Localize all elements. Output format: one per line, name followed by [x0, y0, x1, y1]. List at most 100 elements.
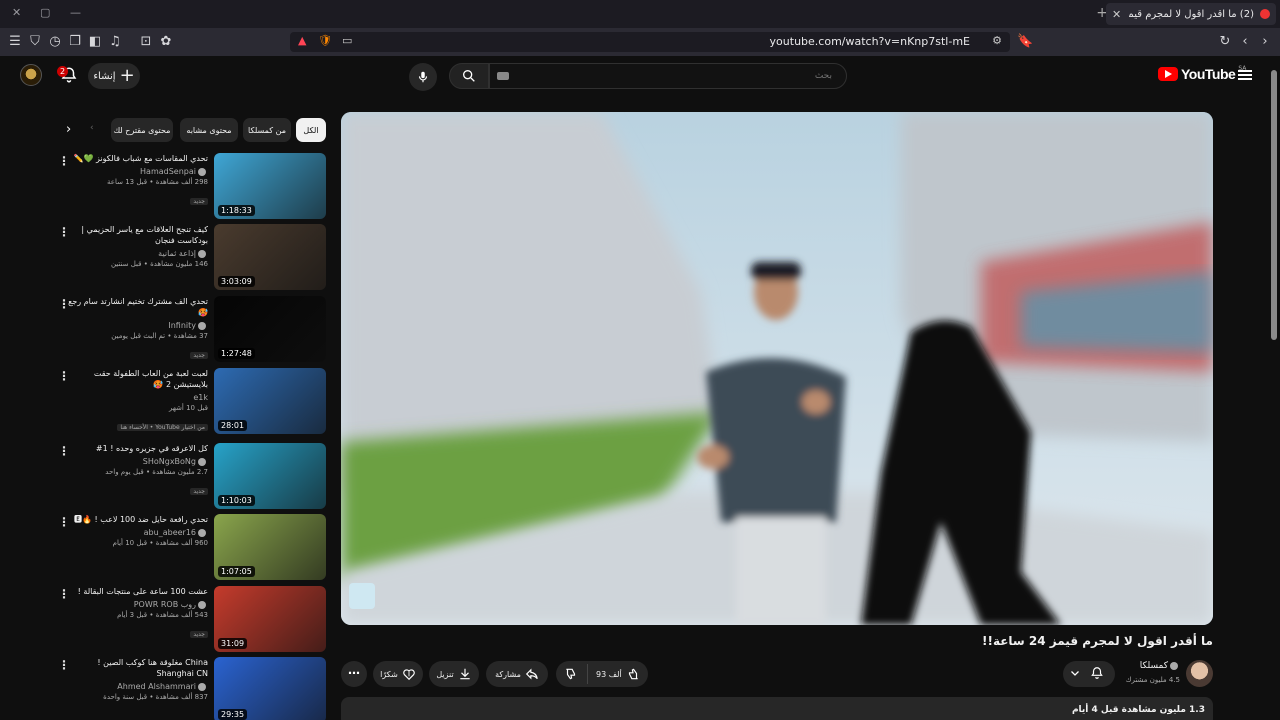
- youtube-favicon-icon: [1260, 9, 1270, 19]
- recommendation-title[interactable]: تحدي المقاسات مع شباب فالكونز 💚✏️: [68, 153, 208, 164]
- recommendation-thumbnail[interactable]: 29:35: [214, 657, 326, 720]
- notification-count-badge: 2: [57, 66, 69, 77]
- recommendation-item[interactable]: ⋮ China مغلوقة هنا كوكب الصين ! Shanghai…: [54, 657, 326, 720]
- more-actions-button[interactable]: ⋯: [341, 661, 367, 687]
- create-button[interactable]: إنشاء +: [88, 63, 140, 89]
- recommendation-channel[interactable]: Ahmed Alshammari: [68, 681, 208, 692]
- item-menu-icon[interactable]: ⋮: [58, 155, 70, 167]
- brave-shield-icon[interactable]: 🛡: [318, 34, 332, 47]
- search-button[interactable]: [449, 63, 489, 89]
- video-player[interactable]: [341, 112, 1213, 625]
- recommendation-channel[interactable]: SHoNgxBoNg: [68, 456, 208, 467]
- recommendation-item[interactable]: ⋮ كيف تنجح العلاقات مع ياسر الحزيمي | بو…: [54, 224, 326, 292]
- chip-all[interactable]: الكل: [296, 118, 326, 142]
- browser-tab-active[interactable]: (2) ما اقدر اقول لا لمجرم قيمز 24 ساعة ✕: [1106, 3, 1276, 25]
- thanks-button[interactable]: شكرًا: [373, 661, 423, 687]
- recommendation-thumbnail[interactable]: 28:01: [214, 368, 326, 434]
- hamburger-menu-icon[interactable]: ☰: [7, 34, 23, 49]
- recommendation-meta: تحدي رافعة حايل ضد 100 لاعب ! 🔥🅴 abu_abe…: [68, 514, 208, 549]
- recommendation-item[interactable]: ⋮ كل الاعرقه في جزيره وحده ! 1# SHoNgxBo…: [54, 443, 326, 511]
- recommendation-title[interactable]: كيف تنجح العلاقات مع ياسر الحزيمي | بودك…: [68, 224, 208, 246]
- recommendation-channel[interactable]: HamadSenpai: [68, 166, 208, 177]
- recommendation-title[interactable]: تحدي الف مشترك تختيم انشارتد سام رجع 🥵: [68, 296, 208, 318]
- chip-from-channel[interactable]: من كمسلكا: [243, 118, 291, 142]
- shield-icon[interactable]: ⛉: [27, 34, 43, 49]
- scrollbar-thumb[interactable]: [1271, 70, 1277, 340]
- recommendation-title[interactable]: China مغلوقة هنا كوكب الصين ! Shanghai C…: [68, 657, 208, 679]
- recommendation-thumbnail[interactable]: 1:07:05: [214, 514, 326, 580]
- recommendation-meta: لعبت لعبة من العاب الطفولة حقت بلايستيشن…: [68, 368, 208, 433]
- recommendation-thumbnail[interactable]: 1:10:03: [214, 443, 326, 509]
- recommendation-channel[interactable]: abu_abeer16: [68, 527, 208, 538]
- window-minimize-icon[interactable]: —: [70, 6, 81, 19]
- recommendation-channel[interactable]: إذاعة ثمانية: [68, 248, 208, 259]
- plus-icon: +: [119, 65, 135, 86]
- recommendation-channel[interactable]: e1k: [68, 392, 208, 403]
- reader-icon[interactable]: ▭: [342, 34, 352, 47]
- item-menu-icon[interactable]: ⋮: [58, 370, 70, 382]
- recommendation-meta: عشت 100 ساعة على منتجات البقالة ! روب PO…: [68, 586, 208, 640]
- recommendation-item[interactable]: ⋮ تحدي الف مشترك تختيم انشارتد سام رجع 🥵…: [54, 296, 326, 364]
- guide-menu-icon[interactable]: [1238, 68, 1252, 82]
- recommendation-channel[interactable]: روب POWR ROB: [68, 599, 208, 610]
- like-button[interactable]: 93 ألف: [596, 667, 640, 681]
- window-close-icon[interactable]: ✕: [12, 6, 21, 19]
- history-icon[interactable]: ◷: [47, 34, 63, 49]
- recommendation-thumbnail[interactable]: 1:18:33: [214, 153, 326, 219]
- thanks-label: شكرًا: [380, 669, 398, 679]
- item-menu-icon[interactable]: ⋮: [58, 516, 70, 528]
- extension-icon[interactable]: ✿: [158, 34, 174, 49]
- bookmark-icon[interactable]: 🔖: [1017, 34, 1033, 49]
- page-scrollbar[interactable]: [1271, 62, 1277, 720]
- voice-search-button[interactable]: [409, 63, 437, 91]
- item-menu-icon[interactable]: ⋮: [58, 445, 70, 457]
- youtube-logo[interactable]: YouTube SA: [1158, 65, 1246, 82]
- browser-toolbar: ☰ ⛉ ◷ ❐ ◧ ♫ ⊡ ✿ ▲ 🛡 ▭ youtube.com/watch?…: [0, 28, 1280, 56]
- share-button[interactable]: مشاركة: [486, 661, 548, 687]
- recommendation-thumbnail[interactable]: 3:03:09: [214, 224, 326, 290]
- channel-name[interactable]: كمسلكا: [1140, 661, 1180, 671]
- screenshot-icon[interactable]: ⊡: [138, 34, 154, 49]
- tabs-icon[interactable]: ❐: [67, 34, 83, 49]
- sidebar-icon[interactable]: ◧: [87, 34, 103, 49]
- recommendation-thumbnail[interactable]: 1:27:48: [214, 296, 326, 362]
- tab-close-icon[interactable]: ✕: [1112, 8, 1121, 21]
- recommendation-item[interactable]: ⋮ عشت 100 ساعة على منتجات البقالة ! روب …: [54, 586, 326, 654]
- recommendation-item[interactable]: ⋮ تحدي المقاسات مع شباب فالكونز 💚✏️ Hama…: [54, 153, 326, 221]
- reload-icon[interactable]: ↻: [1217, 34, 1233, 49]
- item-menu-icon[interactable]: ⋮: [58, 298, 70, 310]
- site-settings-icon[interactable]: ⚙: [992, 34, 1002, 47]
- keyboard-icon[interactable]: [497, 72, 509, 80]
- channel-avatar[interactable]: [1186, 660, 1213, 687]
- recommendation-title[interactable]: تحدي رافعة حايل ضد 100 لاعب ! 🔥🅴: [68, 514, 208, 525]
- chip-similar[interactable]: محتوى مشابه: [180, 118, 238, 142]
- download-button[interactable]: تنزيل: [429, 661, 479, 687]
- item-menu-icon[interactable]: ⋮: [58, 588, 70, 600]
- window-maximize-icon[interactable]: ▢: [40, 6, 50, 19]
- chevron-right-icon[interactable]: ›: [66, 122, 71, 137]
- recommendation-item[interactable]: ⋮ لعبت لعبة من العاب الطفولة حقت بلايستي…: [54, 368, 326, 436]
- recommendation-channel-text: إذاعة ثمانية: [158, 249, 196, 258]
- account-avatar[interactable]: [20, 64, 42, 86]
- channel-watermark-icon[interactable]: [349, 583, 375, 609]
- search-input[interactable]: [489, 63, 847, 89]
- recommendation-stats: 837 ألف مشاهدة • قبل سنة واحدة: [103, 693, 208, 701]
- chip-suggested-for-you[interactable]: محتوى مقترح لك: [111, 118, 173, 142]
- recommendation-thumbnail[interactable]: 31:09: [214, 586, 326, 652]
- recommendation-channel[interactable]: Infinity: [68, 320, 208, 331]
- description-box[interactable]: 1.3 مليون مشاهدة قبل 4 أيام: [341, 697, 1213, 720]
- address-bar[interactable]: ▲ 🛡 ▭ youtube.com/watch?v=nKnp7stl-mE ⚙: [290, 32, 1010, 52]
- subscribed-notifications-button[interactable]: [1063, 661, 1115, 687]
- music-icon[interactable]: ♫: [107, 34, 123, 49]
- recommendation-item[interactable]: ⋮ تحدي رافعة حايل ضد 100 لاعب ! 🔥🅴 abu_a…: [54, 514, 326, 582]
- recommendation-title[interactable]: كل الاعرقه في جزيره وحده ! 1#: [68, 443, 208, 454]
- recommendation-title[interactable]: لعبت لعبة من العاب الطفولة حقت بلايستيشن…: [68, 368, 208, 390]
- dislike-button[interactable]: [564, 667, 578, 683]
- item-menu-icon[interactable]: ⋮: [58, 659, 70, 671]
- item-menu-icon[interactable]: ⋮: [58, 226, 70, 238]
- back-icon[interactable]: ‹: [1237, 34, 1253, 49]
- recommendation-stats: 543 ألف مشاهدة • قبل 3 أيام: [117, 611, 208, 619]
- forward-icon[interactable]: ›: [1257, 34, 1273, 49]
- video-title: ما أقدر اقول لا لمجرم قيمز 24 ساعة!!: [982, 634, 1213, 648]
- recommendation-title[interactable]: عشت 100 ساعة على منتجات البقالة !: [68, 586, 208, 597]
